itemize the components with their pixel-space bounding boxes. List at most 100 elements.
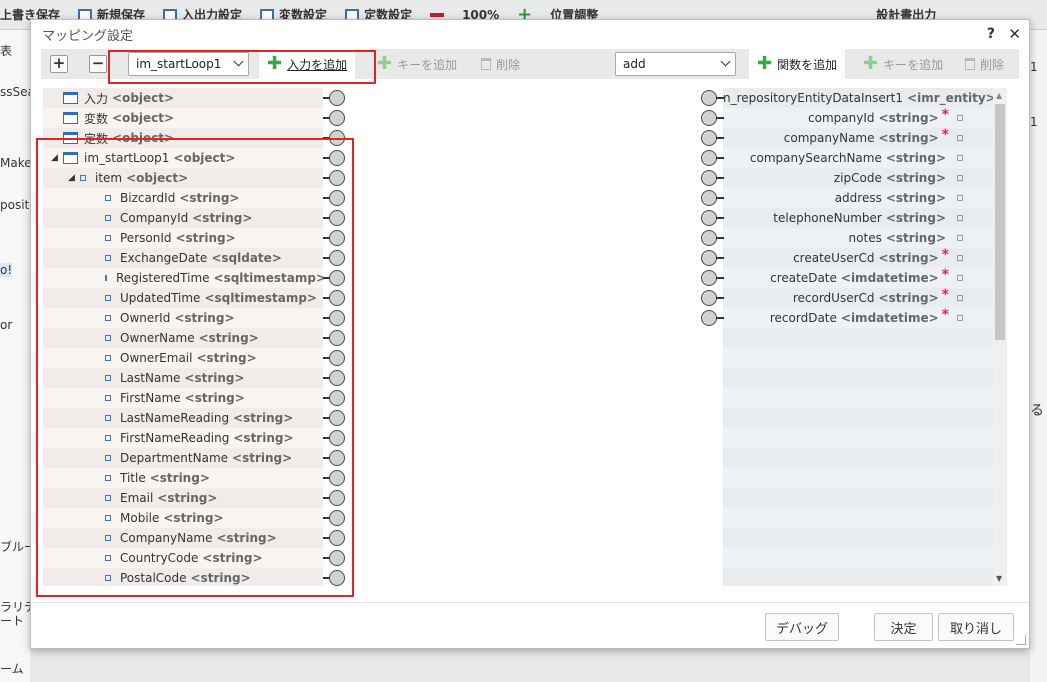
- add-function-button[interactable]: ✚ 関数を追加: [749, 49, 846, 79]
- left-tree-row[interactable]: 定数 <object>: [43, 128, 323, 148]
- left-tree-row[interactable]: LastNameReading <string>: [43, 408, 323, 428]
- input-port-handle[interactable]: [701, 150, 717, 166]
- scroll-up-icon[interactable]: ▲: [996, 91, 1002, 100]
- output-port-handle[interactable]: [329, 310, 345, 326]
- left-tree-row[interactable]: OwnerId <string>: [43, 308, 323, 328]
- left-tree-row[interactable]: ◢ im_startLoop1 <object>: [43, 148, 323, 168]
- output-port-handle[interactable]: [329, 350, 345, 366]
- output-port-handle[interactable]: [329, 390, 345, 406]
- output-port-handle[interactable]: [329, 330, 345, 346]
- right-tree-row[interactable]: companyName <string> *: [723, 128, 963, 148]
- right-tree-row[interactable]: n_repositoryEntityDataInsert1 <imr_entity…: [723, 88, 1003, 108]
- left-tree-row[interactable]: 入力 <object>: [43, 88, 323, 108]
- right-tree-row[interactable]: createDate <imdatetime> *: [723, 268, 963, 288]
- dialog-titlebar[interactable]: マッピング設定 ? ✕: [31, 20, 1029, 48]
- left-tree-row[interactable]: PostalCode <string>: [43, 568, 323, 586]
- collapse-all-button[interactable]: −: [89, 55, 107, 73]
- resize-grip-icon[interactable]: [1016, 635, 1026, 645]
- output-port-handle[interactable]: [329, 110, 345, 126]
- right-tree-row[interactable]: companySearchName <string>: [723, 148, 963, 168]
- ok-button[interactable]: 決定: [874, 613, 933, 641]
- left-tree-row[interactable]: OwnerEmail <string>: [43, 348, 323, 368]
- output-port-handle[interactable]: [329, 570, 345, 586]
- output-port-handle[interactable]: [329, 370, 345, 386]
- mapping-canvas[interactable]: 入力 <object> 変数 <object> 定数 <object> ◢ im_startL…: [43, 88, 1007, 586]
- output-port-handle[interactable]: [329, 230, 345, 246]
- input-source-select[interactable]: im_startLoop1: [128, 52, 249, 76]
- help-icon[interactable]: ?: [987, 26, 995, 42]
- output-port-handle[interactable]: [329, 530, 345, 546]
- left-tree-row[interactable]: BizcardId <string>: [43, 188, 323, 208]
- left-tree-row[interactable]: FirstName <string>: [43, 388, 323, 408]
- input-port-handle[interactable]: [701, 130, 717, 146]
- vertical-scrollbar[interactable]: ▲ ▼: [993, 88, 1007, 586]
- output-port-handle[interactable]: [329, 510, 345, 526]
- input-port-handle[interactable]: [701, 110, 717, 126]
- right-tree-row[interactable]: notes <string>: [723, 228, 963, 248]
- left-tree-row[interactable]: Mobile <string>: [43, 508, 323, 528]
- left-tree-row[interactable]: 変数 <object>: [43, 108, 323, 128]
- left-tree-row[interactable]: UpdatedTime <sqltimestamp>: [43, 288, 323, 308]
- right-tree-row[interactable]: zipCode <string>: [723, 168, 963, 188]
- close-icon[interactable]: ✕: [1008, 25, 1021, 43]
- expand-all-button[interactable]: +: [50, 55, 68, 73]
- left-tree-row[interactable]: CompanyName <string>: [43, 528, 323, 548]
- expand-triangle-icon[interactable]: ◢: [68, 173, 80, 183]
- output-port-handle[interactable]: [329, 410, 345, 426]
- add-key-left-button[interactable]: ✚ キーを追加: [369, 49, 465, 79]
- left-tree-row[interactable]: LastName <string>: [43, 368, 323, 388]
- left-tree-row[interactable]: PersonId <string>: [43, 228, 323, 248]
- right-tree-row[interactable]: recordUserCd <string> *: [723, 288, 963, 308]
- input-port-handle[interactable]: [701, 250, 717, 266]
- left-tree-row[interactable]: CompanyId <string>: [43, 208, 323, 228]
- right-tree-row[interactable]: companyId <string> *: [723, 108, 963, 128]
- input-port-handle[interactable]: [701, 270, 717, 286]
- input-port-handle[interactable]: [701, 310, 717, 326]
- left-field-name: LastNameReading: [120, 411, 230, 425]
- right-tree-row[interactable]: address <string>: [723, 188, 963, 208]
- input-port-handle[interactable]: [701, 230, 717, 246]
- delete-left-button[interactable]: 削除: [473, 49, 528, 79]
- left-tree-row[interactable]: CountryCode <string>: [43, 548, 323, 568]
- input-port-handle[interactable]: [701, 90, 717, 106]
- left-tree-row[interactable]: FirstNameReading <string>: [43, 428, 323, 448]
- input-port-handle[interactable]: [701, 210, 717, 226]
- output-port-handle[interactable]: [329, 90, 345, 106]
- left-tree-row[interactable]: OwnerName <string>: [43, 328, 323, 348]
- left-tree-row[interactable]: Title <string>: [43, 468, 323, 488]
- output-port-handle[interactable]: [329, 450, 345, 466]
- left-tree-row[interactable]: DepartmentName <string>: [43, 448, 323, 468]
- input-port-handle[interactable]: [701, 170, 717, 186]
- expand-triangle-icon[interactable]: ◢: [51, 153, 63, 163]
- output-port-handle[interactable]: [329, 490, 345, 506]
- output-port-handle[interactable]: [329, 430, 345, 446]
- scrollbar-thumb[interactable]: [995, 104, 1005, 340]
- input-port-handle[interactable]: [701, 290, 717, 306]
- output-port-handle[interactable]: [329, 170, 345, 186]
- output-port-handle[interactable]: [329, 470, 345, 486]
- output-port-handle[interactable]: [329, 290, 345, 306]
- output-port-handle[interactable]: [329, 210, 345, 226]
- add-key-right-button[interactable]: ✚ キーを追加: [855, 49, 951, 79]
- output-port-handle[interactable]: [329, 250, 345, 266]
- output-port-handle[interactable]: [329, 550, 345, 566]
- cancel-button[interactable]: 取り消し: [938, 613, 1014, 641]
- left-tree-row[interactable]: Email <string>: [43, 488, 323, 508]
- output-port-handle[interactable]: [329, 150, 345, 166]
- debug-button[interactable]: デバッグ: [765, 613, 839, 641]
- right-tree-row[interactable]: recordDate <imdatetime> *: [723, 308, 963, 328]
- left-tree-row[interactable]: RegisteredTime <sqltimestamp>: [43, 268, 326, 288]
- input-port-handle[interactable]: [701, 190, 717, 206]
- function-select[interactable]: add: [615, 52, 736, 76]
- left-tree-row[interactable]: ◢ item <object>: [43, 168, 323, 188]
- right-tree-row[interactable]: createUserCd <string> *: [723, 248, 963, 268]
- delete-right-button[interactable]: 削除: [957, 49, 1012, 79]
- add-input-button[interactable]: ✚ 入力を追加: [259, 49, 356, 79]
- output-port-handle[interactable]: [329, 270, 345, 286]
- scroll-down-icon[interactable]: ▼: [996, 574, 1002, 583]
- left-tree-row[interactable]: ExchangeDate <sqldate>: [43, 248, 323, 268]
- output-port-handle[interactable]: [329, 190, 345, 206]
- right-tree-row[interactable]: telephoneNumber <string>: [723, 208, 963, 228]
- required-marker: *: [941, 267, 949, 283]
- output-port-handle[interactable]: [329, 130, 345, 146]
